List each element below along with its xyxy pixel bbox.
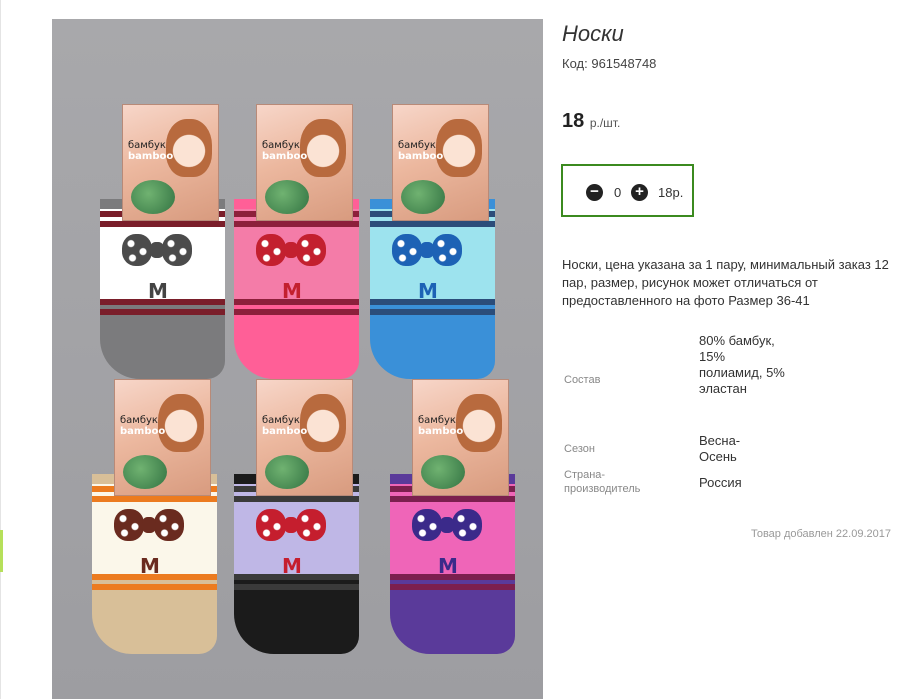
card-text: bamboo bbox=[262, 151, 308, 162]
sock: M bbox=[100, 199, 225, 379]
sock-letter: M bbox=[438, 554, 458, 578]
card-text: bamboo bbox=[120, 426, 166, 437]
card-text: bamboo bbox=[398, 151, 444, 162]
code-label: Код: bbox=[562, 56, 588, 71]
package-card: бамбук bamboo bbox=[256, 379, 353, 496]
price-value: 18 bbox=[562, 110, 585, 132]
product-code: Код: 961548748 bbox=[562, 56, 656, 71]
sock-pack: Mбамбук bamboo bbox=[234, 104, 372, 386]
bow-pattern bbox=[114, 509, 184, 543]
product-price: 18 р./шт. bbox=[562, 110, 620, 133]
property-label: Сезон bbox=[564, 443, 595, 455]
property-value: Весна-Осень bbox=[699, 433, 741, 464]
bow-pattern bbox=[122, 234, 192, 268]
sock: M bbox=[234, 474, 359, 654]
sock-letter: M bbox=[418, 279, 438, 303]
price-unit: р./шт. bbox=[589, 116, 621, 130]
package-card: бамбук bamboo bbox=[392, 104, 489, 221]
sock: M bbox=[370, 199, 495, 379]
quantity-value[interactable]: 0 bbox=[614, 185, 621, 200]
sock-letter: M bbox=[148, 279, 168, 303]
card-text: bamboo bbox=[128, 151, 174, 162]
sock-letter: M bbox=[140, 554, 160, 578]
property-label: Состав bbox=[564, 374, 601, 386]
card-text: бамбук bbox=[418, 415, 456, 426]
sock: M bbox=[234, 199, 359, 379]
product-photo[interactable]: Mбамбук bamboo Mбамбук bamboo Mбамбук bamboo M… bbox=[52, 19, 543, 699]
sock-letter: M bbox=[282, 554, 302, 578]
sock-pack: Mбамбук bamboo bbox=[234, 379, 372, 661]
bow-pattern bbox=[392, 234, 462, 268]
package-card: бамбук bamboo bbox=[122, 104, 219, 221]
bow-pattern bbox=[256, 509, 326, 543]
code-value: 961548748 bbox=[591, 56, 657, 71]
left-border bbox=[0, 0, 1, 699]
sock-letter: M bbox=[282, 279, 302, 303]
property-label: Страна-производитель bbox=[564, 469, 641, 495]
property-value: 80% бамбук, 15% полиамид, 5% эластан bbox=[699, 333, 785, 396]
plus-icon[interactable]: + bbox=[631, 184, 648, 201]
property-value: Россия bbox=[699, 475, 742, 490]
product-title: Носки bbox=[562, 21, 624, 46]
card-text: бамбук bbox=[120, 415, 158, 426]
added-date: Товар добавлен 22.09.2017 bbox=[750, 528, 891, 540]
card-text: бамбук bbox=[398, 140, 436, 151]
quantity-stepper: − 0 + 18р. bbox=[561, 164, 694, 217]
package-card: бамбук bamboo bbox=[256, 104, 353, 221]
bow-pattern bbox=[412, 509, 482, 543]
product-description: Носки, цена указана за 1 пару, минимальн… bbox=[562, 257, 889, 308]
sock-pack: Mбамбук bamboo bbox=[370, 104, 508, 386]
card-text: бамбук bbox=[128, 140, 166, 151]
card-text: бамбук bbox=[262, 415, 300, 426]
card-text: bamboo bbox=[262, 426, 308, 437]
bow-pattern bbox=[256, 234, 326, 268]
minus-icon[interactable]: − bbox=[586, 184, 603, 201]
card-text: бамбук bbox=[262, 140, 300, 151]
package-card: бамбук bamboo bbox=[412, 379, 509, 496]
sock-pack: Mбамбук bamboo bbox=[100, 104, 238, 386]
sock: M bbox=[390, 474, 515, 654]
card-text: bamboo bbox=[418, 426, 464, 437]
side-marker bbox=[0, 530, 3, 572]
sock-pack: Mбамбук bamboo bbox=[92, 379, 230, 661]
quantity-sum: 18р. bbox=[658, 185, 684, 200]
sock-pack: Mбамбук bamboo bbox=[390, 379, 528, 661]
package-card: бамбук bamboo bbox=[114, 379, 211, 496]
sock: M bbox=[92, 474, 217, 654]
